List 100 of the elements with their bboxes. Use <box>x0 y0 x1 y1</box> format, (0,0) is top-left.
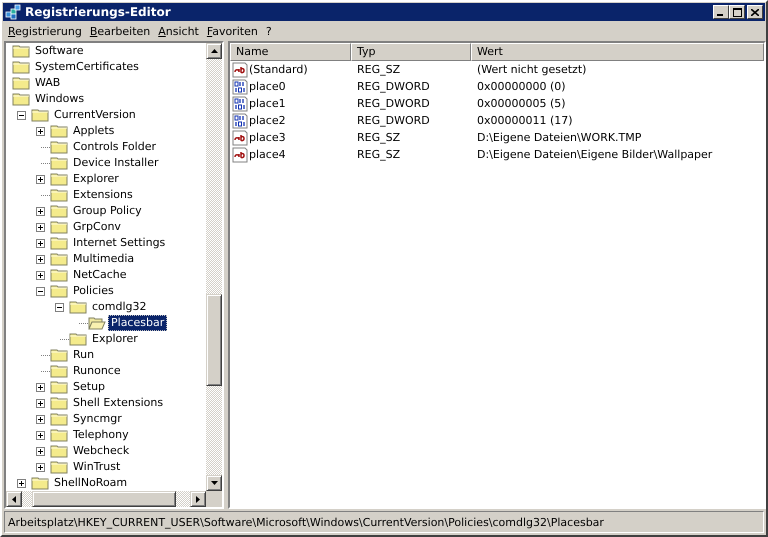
value-name[interactable]: place2 <box>249 114 286 127</box>
value-name[interactable]: place3 <box>249 131 286 144</box>
folder-icon <box>12 60 30 74</box>
tree-item[interactable]: Shell Extensions <box>70 395 166 411</box>
value-type: REG_DWORD <box>357 80 430 93</box>
tree-item[interactable]: CurrentVersion <box>51 107 139 123</box>
tree-item[interactable]: Runonce <box>70 363 124 379</box>
tree-item[interactable]: Placesbar <box>108 315 168 331</box>
folder-icon <box>50 428 68 442</box>
tree-item[interactable]: Windows <box>32 91 88 107</box>
collapse-icon[interactable] <box>55 302 64 312</box>
value-data: 0x00000000 (0) <box>477 80 566 93</box>
tree-item[interactable]: Internet Settings <box>70 235 168 251</box>
value-data: (Wert nicht gesetzt) <box>477 63 586 76</box>
expand-icon[interactable] <box>36 382 45 392</box>
expand-icon[interactable] <box>36 414 45 424</box>
collapse-icon[interactable] <box>17 110 26 120</box>
folder-icon <box>12 92 30 106</box>
folder-icon <box>50 268 68 282</box>
menu-item[interactable]: Bearbeiten <box>86 25 154 38</box>
menu-item[interactable]: ? <box>262 25 276 38</box>
tree-item[interactable]: ShellNoRoam <box>51 475 130 491</box>
scroll-up-button[interactable] <box>206 43 222 59</box>
value-type: REG_SZ <box>357 63 400 76</box>
expand-icon[interactable] <box>36 430 45 440</box>
tree-item[interactable]: SystemCertificates <box>32 59 142 75</box>
tree-item[interactable]: Syncmgr <box>70 411 125 427</box>
value-type: REG_SZ <box>357 148 400 161</box>
value-name[interactable]: place4 <box>249 148 286 161</box>
folder-icon <box>50 156 68 170</box>
tree-item[interactable]: Setup <box>70 379 108 395</box>
column-header[interactable]: Name <box>230 43 351 61</box>
expand-icon[interactable] <box>36 174 45 184</box>
scroll-down-button[interactable] <box>206 475 222 491</box>
value-name[interactable]: place1 <box>249 97 286 110</box>
folder-icon <box>31 108 49 122</box>
value-data: 0x00000005 (5) <box>477 97 566 110</box>
folder-icon <box>50 188 68 202</box>
tree-item[interactable]: WinTrust <box>70 459 124 475</box>
folder-icon <box>50 140 68 154</box>
expand-icon[interactable] <box>36 254 45 264</box>
tree-item[interactable]: Applets <box>70 123 118 139</box>
close-button[interactable] <box>747 5 763 19</box>
folder-icon <box>50 396 68 410</box>
horizontal-scrollbar[interactable] <box>6 491 222 507</box>
tree-item[interactable]: Run <box>70 347 98 363</box>
left-arrow-icon <box>12 496 16 502</box>
folder-icon <box>12 44 30 58</box>
tree-item[interactable]: Policies <box>70 283 117 299</box>
tree-item[interactable]: Webcheck <box>70 443 132 459</box>
down-arrow-icon <box>210 481 218 485</box>
tree-item[interactable]: Telephony <box>70 427 132 443</box>
scrollbar-corner <box>206 491 222 507</box>
menu-item[interactable]: Favoriten <box>202 25 262 38</box>
scroll-right-button[interactable] <box>190 491 206 507</box>
menu-item[interactable]: Ansicht <box>154 25 203 38</box>
maximize-icon <box>732 8 742 16</box>
scroll-thumb[interactable] <box>206 294 222 386</box>
scroll-left-button[interactable] <box>6 491 22 507</box>
tree-item[interactable]: Device Installer <box>70 155 162 171</box>
expand-icon[interactable] <box>36 222 45 232</box>
maximize-button[interactable] <box>729 5 745 19</box>
folder-icon <box>50 364 68 378</box>
expand-icon[interactable] <box>36 462 45 472</box>
tree-item[interactable]: Controls Folder <box>70 139 159 155</box>
folder-icon <box>50 284 68 298</box>
tree-item[interactable]: Explorer <box>70 171 122 187</box>
menu-item[interactable]: Registrierung <box>4 25 86 38</box>
tree-item[interactable]: comdlg32 <box>89 299 150 315</box>
open-folder-icon <box>88 316 106 330</box>
expand-icon[interactable] <box>36 126 45 136</box>
value-data: D:\Eigene Dateien\WORK.TMP <box>477 131 642 144</box>
folder-icon <box>69 300 87 314</box>
tree-item[interactable]: GrpConv <box>70 219 124 235</box>
value-data: 0x00000011 (17) <box>477 114 573 127</box>
close-icon <box>751 8 759 16</box>
tree-item[interactable]: NetCache <box>70 267 130 283</box>
column-header[interactable]: Typ <box>351 43 471 61</box>
folder-icon <box>31 476 49 490</box>
vertical-scrollbar[interactable] <box>206 43 222 491</box>
tree-item[interactable]: Multimedia <box>70 251 138 267</box>
value-name[interactable]: place0 <box>249 80 286 93</box>
tree-item[interactable]: Explorer <box>89 331 141 347</box>
tree-item[interactable]: Group Policy <box>70 203 145 219</box>
minimize-button[interactable] <box>713 5 729 19</box>
collapse-icon[interactable] <box>36 286 45 296</box>
scroll-thumb[interactable] <box>32 491 176 507</box>
folder-icon <box>50 172 68 186</box>
expand-icon[interactable] <box>36 270 45 280</box>
tree-item[interactable]: Software <box>32 43 86 59</box>
folder-icon <box>50 348 68 362</box>
expand-icon[interactable] <box>17 478 26 488</box>
expand-icon[interactable] <box>36 238 45 248</box>
tree-item[interactable]: Extensions <box>70 187 136 203</box>
column-header[interactable]: Wert <box>471 43 764 61</box>
expand-icon[interactable] <box>36 398 45 408</box>
expand-icon[interactable] <box>36 446 45 456</box>
tree-item[interactable]: WAB <box>32 75 64 91</box>
value-name[interactable]: (Standard) <box>249 63 308 76</box>
expand-icon[interactable] <box>36 206 45 216</box>
